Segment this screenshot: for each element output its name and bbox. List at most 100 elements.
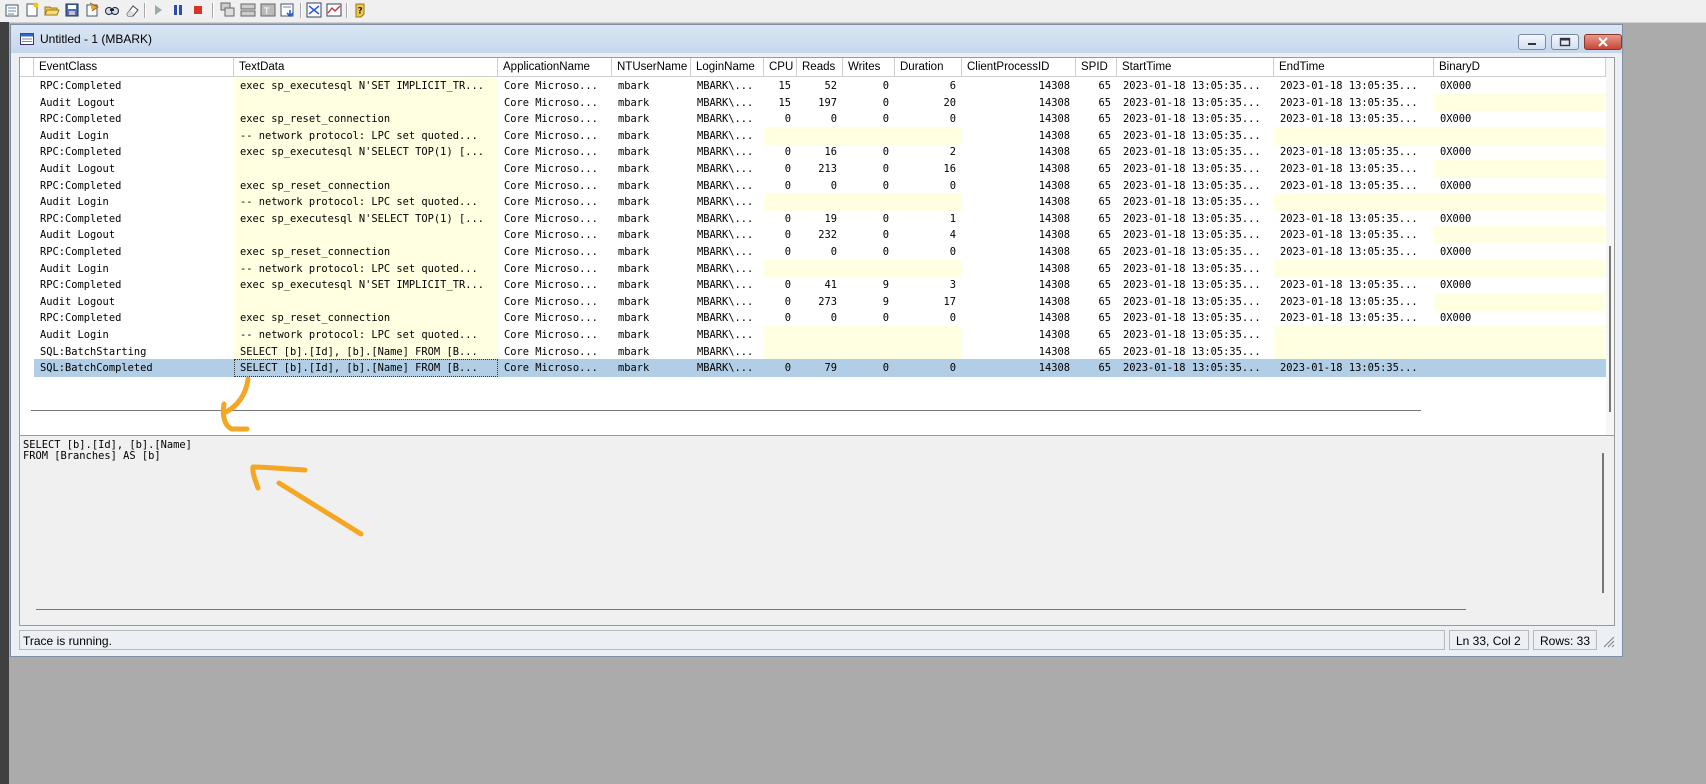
cell-reads[interactable]: 19 — [797, 210, 843, 228]
trace-row[interactable]: RPC:Completed exec sp_executesql N'SET IM… — [20, 276, 1606, 295]
cell-clientprocessid[interactable]: 14308 — [962, 210, 1076, 228]
column-header-clientprocessid[interactable]: ClientProcessID — [962, 58, 1076, 76]
cell-textdata[interactable]: SELECT [b].[Id], [b].[Name] FROM [B... — [234, 359, 498, 378]
cell-clientprocessid[interactable]: 14308 — [962, 160, 1076, 178]
cell-duration[interactable]: 6 — [895, 77, 962, 95]
column-header-binaryd[interactable]: BinaryD — [1434, 58, 1606, 76]
cell-clientprocessid[interactable]: 14308 — [962, 127, 1076, 145]
trace-row[interactable]: RPC:Completed exec sp_executesql N'SELECT… — [20, 209, 1606, 228]
cell-cpu[interactable]: 0 — [764, 143, 797, 161]
column-header-reads[interactable]: Reads — [797, 58, 843, 76]
cell-ntusername[interactable]: mbark — [612, 226, 691, 244]
cell-spid[interactable]: 65 — [1076, 94, 1117, 112]
cell-eventclass[interactable]: RPC:Completed — [34, 243, 234, 261]
cell-duration[interactable]: 17 — [895, 293, 962, 311]
cell-starttime[interactable]: 2023-01-18 13:05:35... — [1117, 110, 1274, 128]
cell-textdata[interactable]: exec sp_reset_connection — [234, 110, 498, 129]
column-header-ntusername[interactable]: NTUserName — [612, 58, 691, 76]
cell-cpu[interactable]: 0 — [764, 110, 797, 128]
cascade-button[interactable] — [220, 2, 236, 18]
cell-ntusername[interactable]: mbark — [612, 359, 691, 378]
cell-writes[interactable]: 0 — [843, 243, 895, 261]
cell-duration[interactable]: 16 — [895, 160, 962, 178]
cell-cpu[interactable]: 0 — [764, 160, 797, 178]
cell-textdata[interactable]: exec sp_reset_connection — [234, 243, 498, 261]
cell-clientprocessid[interactable]: 14308 — [962, 260, 1076, 278]
cell-endtime[interactable]: 2023-01-18 13:05:35... — [1274, 293, 1434, 311]
cell-starttime[interactable]: 2023-01-18 13:05:35... — [1117, 193, 1274, 211]
cell-loginname[interactable]: MBARK\... — [691, 243, 764, 261]
cell-duration[interactable]: 0 — [895, 309, 962, 327]
cell-eventclass[interactable]: Audit Login — [34, 326, 234, 344]
cell-loginname[interactable]: MBARK\... — [691, 160, 764, 178]
trace-row[interactable]: Audit Logout Core Microso... mbark MBARK\..… — [20, 160, 1606, 178]
trace-row[interactable]: RPC:Completed exec sp_reset_connection Cor… — [20, 176, 1606, 195]
cell-ntusername[interactable]: mbark — [612, 260, 691, 278]
cell-applicationname[interactable]: Core Microso... — [498, 94, 612, 112]
cell-binaryd[interactable]: 0X000 — [1434, 309, 1606, 327]
pause-trace-button[interactable] — [170, 2, 186, 18]
cell-starttime[interactable]: 2023-01-18 13:05:35... — [1117, 326, 1274, 344]
column-header-endtime[interactable]: EndTime — [1274, 58, 1434, 76]
cell-starttime[interactable]: 2023-01-18 13:05:35... — [1117, 243, 1274, 261]
cell-cpu[interactable]: 0 — [764, 293, 797, 311]
help-button[interactable]: ? — [352, 2, 368, 18]
cell-loginname[interactable]: MBARK\... — [691, 309, 764, 327]
cell-spid[interactable]: 65 — [1076, 326, 1117, 344]
cell-applicationname[interactable]: Core Microso... — [498, 260, 612, 278]
cell-applicationname[interactable]: Core Microso... — [498, 143, 612, 161]
cell-writes[interactable]: 0 — [843, 359, 895, 378]
column-header-spid[interactable]: SPID — [1076, 58, 1117, 76]
cell-clientprocessid[interactable]: 14308 — [962, 243, 1076, 261]
cell-ntusername[interactable]: mbark — [612, 94, 691, 112]
cell-ntusername[interactable]: mbark — [612, 177, 691, 195]
cell-duration[interactable]: 20 — [895, 94, 962, 112]
cell-duration[interactable] — [895, 126, 962, 145]
cell-spid[interactable]: 65 — [1076, 193, 1117, 211]
cell-reads[interactable]: 0 — [797, 110, 843, 128]
column-header-duration[interactable]: Duration — [895, 58, 962, 76]
cell-clientprocessid[interactable]: 14308 — [962, 293, 1076, 311]
grid-horizontal-scrollbar[interactable] — [31, 410, 1421, 411]
cell-starttime[interactable]: 2023-01-18 13:05:35... — [1117, 127, 1274, 145]
cell-reads[interactable]: 232 — [797, 226, 843, 244]
cell-ntusername[interactable]: mbark — [612, 243, 691, 261]
cell-writes[interactable]: 0 — [843, 309, 895, 327]
cell-textdata[interactable] — [234, 292, 498, 311]
cell-ntusername[interactable]: mbark — [612, 309, 691, 327]
cell-applicationname[interactable]: Core Microso... — [498, 193, 612, 211]
stop-trace-button[interactable] — [190, 2, 206, 18]
cell-cpu[interactable]: 0 — [764, 309, 797, 327]
cell-reads[interactable]: 16 — [797, 143, 843, 161]
cell-textdata[interactable] — [234, 93, 498, 112]
cell-textdata[interactable] — [234, 226, 498, 245]
cell-endtime[interactable] — [1274, 259, 1434, 278]
cell-writes[interactable] — [843, 126, 895, 145]
cell-clientprocessid[interactable]: 14308 — [962, 94, 1076, 112]
cell-starttime[interactable]: 2023-01-18 13:05:35... — [1117, 143, 1274, 161]
cell-spid[interactable]: 65 — [1076, 343, 1117, 361]
cell-starttime[interactable]: 2023-01-18 13:05:35... — [1117, 309, 1274, 327]
cell-writes[interactable]: 0 — [843, 210, 895, 228]
resize-grip-icon[interactable] — [1601, 634, 1615, 648]
cell-reads[interactable]: 52 — [797, 77, 843, 95]
cell-binaryd[interactable]: 0X000 — [1434, 177, 1606, 195]
cell-textdata[interactable]: -- network protocol: LPC set quoted... — [234, 193, 498, 212]
cell-duration[interactable]: 0 — [895, 359, 962, 378]
column-header-loginname[interactable]: LoginName — [691, 58, 764, 76]
cell-eventclass[interactable]: Audit Login — [34, 260, 234, 278]
cell-duration[interactable]: 2 — [895, 143, 962, 161]
cell-reads[interactable]: 197 — [797, 94, 843, 112]
cell-endtime[interactable]: 2023-01-18 13:05:35... — [1274, 94, 1434, 112]
text-pane-horizontal-scrollbar[interactable] — [36, 609, 1466, 610]
cell-duration[interactable]: 0 — [895, 243, 962, 261]
cell-reads[interactable]: 273 — [797, 293, 843, 311]
clear-trace-button[interactable] — [124, 2, 140, 18]
cell-reads[interactable]: 79 — [797, 359, 843, 378]
cell-loginname[interactable]: MBARK\... — [691, 326, 764, 344]
cell-ntusername[interactable]: mbark — [612, 276, 691, 294]
cell-eventclass[interactable]: RPC:Completed — [34, 77, 234, 95]
cell-ntusername[interactable]: mbark — [612, 343, 691, 361]
cell-clientprocessid[interactable]: 14308 — [962, 110, 1076, 128]
cell-endtime[interactable]: 2023-01-18 13:05:35... — [1274, 177, 1434, 195]
